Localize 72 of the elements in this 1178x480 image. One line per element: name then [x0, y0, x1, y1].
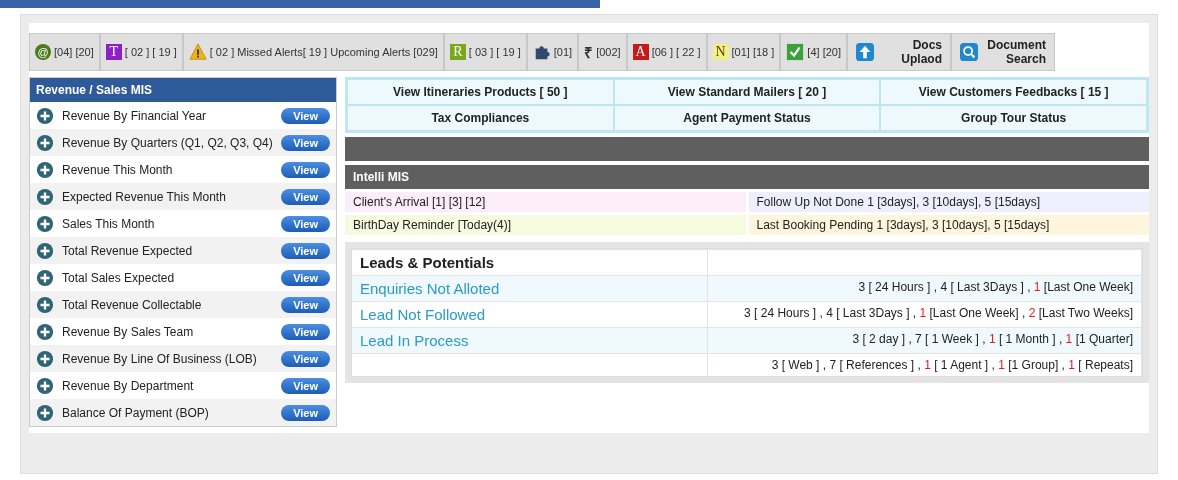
alert-summary[interactable]: BirthDay Reminder [Today(4)]: [345, 215, 746, 235]
report-row: Expected Revenue This Month View: [30, 183, 336, 210]
toolbar-item[interactable]: A [06 ] [ 22 ]: [626, 33, 707, 71]
table-cell: 3 [ 2 day ] , 7 [ 1 Week ] , 1 [ 1 Month ] , 1 [1 Quarter]: [707, 328, 1142, 353]
report-row: Revenue By Department View: [30, 372, 336, 399]
view-button[interactable]: View: [281, 269, 330, 286]
plus-icon: [36, 322, 54, 341]
toolbar-item[interactable]: N [01] [18 ]: [706, 33, 781, 71]
alert-summary[interactable]: Last Booking Pending 1 [3days], 3 [10days], 5 [15days]: [748, 215, 1149, 235]
report-row: Revenue By Sales Team View: [30, 318, 336, 345]
view-button[interactable]: View: [281, 323, 330, 340]
letter-icon: A: [632, 44, 649, 60]
toolbar-item[interactable]: [01]: [526, 33, 579, 71]
plus-icon: [36, 403, 54, 422]
toolbar-item[interactable]: [ 02 ] Missed Alerts[ 19 ] Upcoming Alerts [029]: [182, 33, 444, 71]
toolbar-item[interactable]: @ [04] [20]: [29, 33, 100, 71]
letter-icon: @: [35, 44, 51, 60]
report-row: Revenue By Financial Year View: [30, 102, 336, 129]
search-icon: [960, 43, 978, 61]
section-title: Intelli MIS: [345, 165, 1149, 189]
quick-link[interactable]: Agent Payment Status: [613, 105, 881, 131]
report-row: Revenue This Month View: [30, 156, 336, 183]
table-cell: 3 [ Web ] , 7 [ References ] , 1 [ 1 Agent ] , 1 [1 Group] , 1 [ Repeats]: [707, 354, 1142, 376]
plus-icon: [36, 106, 54, 125]
view-button[interactable]: View: [281, 215, 330, 232]
quick-link[interactable]: View Customers Feedbacks [ 15 ]: [880, 79, 1147, 105]
plus-icon: [36, 214, 54, 233]
view-button[interactable]: View: [281, 107, 330, 124]
letter-icon: T: [105, 44, 122, 60]
view-button[interactable]: View: [281, 404, 330, 421]
plus-icon: [36, 160, 54, 179]
panel-title: Revenue / Sales MIS: [30, 78, 336, 102]
report-row: Total Sales Expected View: [30, 264, 336, 291]
table-cell: 3 [ 24 Hours ] , 4 [ Last 3Days ] , 1 [Last One Week]: [707, 276, 1142, 301]
report-row: Total Revenue Collectable View: [30, 291, 336, 318]
plus-icon: [36, 376, 54, 395]
checkmark-icon: [786, 43, 805, 61]
docs-upload-button[interactable]: Docs Uplaod: [847, 33, 951, 71]
alert-summary[interactable]: Follow Up Not Done 1 [3days], 3 [10days], 5 [15days]: [748, 192, 1149, 212]
report-row: Sales This Month View: [30, 210, 336, 237]
view-button[interactable]: View: [281, 377, 330, 394]
view-button[interactable]: View: [281, 296, 330, 313]
plus-icon: [36, 187, 54, 206]
report-row: Balance Of Payment (BOP) View: [30, 399, 336, 426]
rupee-icon: ₹: [584, 42, 594, 62]
view-button[interactable]: View: [281, 161, 330, 178]
toolbar-item[interactable]: R [ 03 ] [ 19 ]: [443, 33, 527, 71]
toolbar-item[interactable]: ₹ [002]: [578, 33, 627, 71]
plus-icon: [36, 295, 54, 314]
letter-icon: N: [712, 44, 729, 60]
quick-link[interactable]: Tax Compliances: [347, 105, 614, 131]
document-search-button[interactable]: Document Search: [951, 33, 1055, 71]
report-row: Total Revenue Expected View: [30, 237, 336, 264]
alert-summary[interactable]: Client's Arrival [1] [3] [12]: [345, 192, 746, 212]
quick-link[interactable]: View Itineraries Products [ 50 ]: [347, 79, 614, 105]
letter-icon: R: [449, 44, 466, 60]
toolbar-item[interactable]: [4] [20]: [780, 33, 847, 71]
view-button[interactable]: View: [281, 188, 330, 205]
plus-icon: [36, 241, 54, 260]
report-row: Revenue By Line Of Business (LOB) View: [30, 345, 336, 372]
toolbar-item[interactable]: T [ 02 ] [ 19 ]: [99, 33, 183, 71]
plus-icon: [36, 349, 54, 368]
view-button[interactable]: View: [281, 350, 330, 367]
upload-arrow-icon: [856, 43, 874, 61]
quick-link[interactable]: Group Tour Status: [880, 105, 1147, 131]
report-row: Revenue By Quarters (Q1, Q2, Q3, Q4) View: [30, 129, 336, 156]
view-button[interactable]: View: [281, 134, 330, 151]
plus-icon: [36, 268, 54, 287]
quick-link[interactable]: View Standard Mailers [ 20 ]: [613, 79, 881, 105]
view-button[interactable]: View: [281, 242, 330, 259]
plus-icon: [36, 133, 54, 152]
warning-icon: [188, 43, 207, 61]
